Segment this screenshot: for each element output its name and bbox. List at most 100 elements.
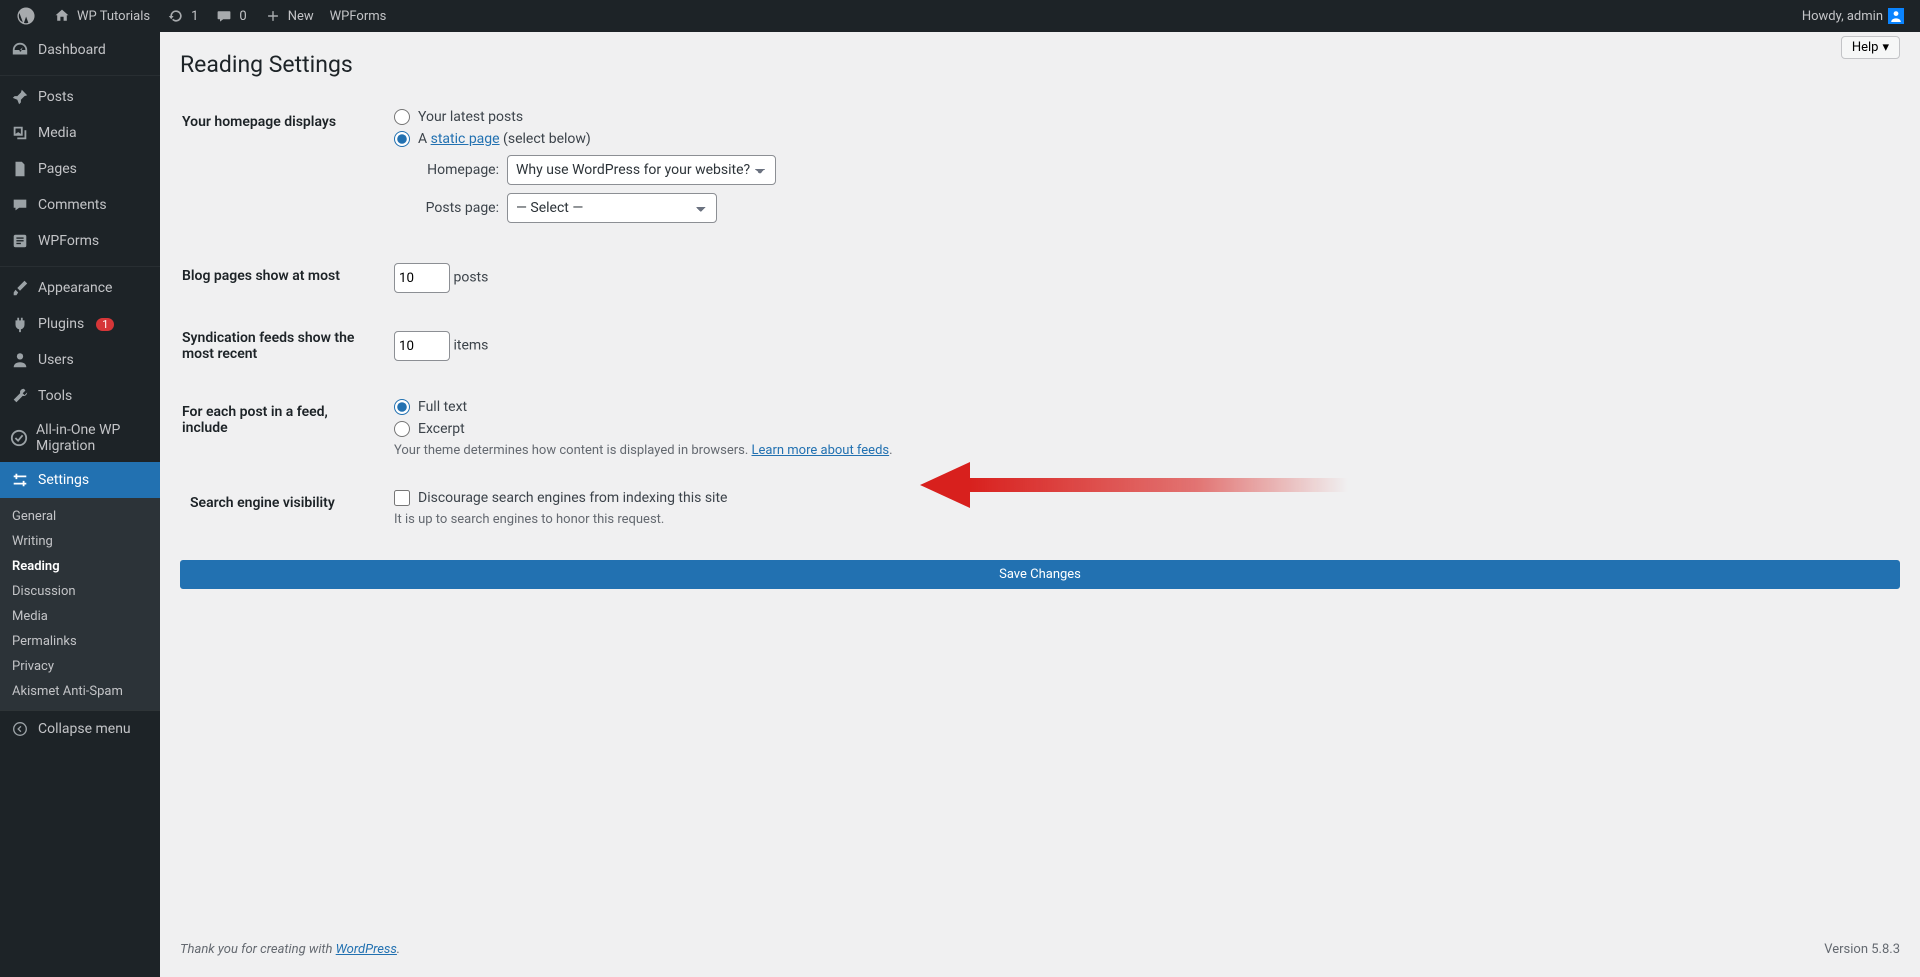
radio-static-page-row: A static page (select below) bbox=[394, 131, 1888, 147]
submenu-reading[interactable]: Reading bbox=[0, 554, 160, 579]
radio-latest-posts[interactable] bbox=[394, 109, 410, 125]
submenu-akismet[interactable]: Akismet Anti-Spam bbox=[0, 679, 160, 704]
settings-submenu: General Writing Reading Discussion Media… bbox=[0, 498, 160, 710]
radio-excerpt[interactable] bbox=[394, 421, 410, 437]
updates-menu[interactable]: 1 bbox=[158, 0, 206, 32]
menu-label: All-in-One WP Migration bbox=[36, 422, 150, 454]
menu-posts[interactable]: Posts bbox=[0, 79, 160, 115]
static-page-link[interactable]: static page bbox=[431, 131, 500, 147]
dropdown-icon: ▾ bbox=[1882, 40, 1889, 55]
feed-description: Your theme determines how content is dis… bbox=[394, 443, 1888, 458]
menu-label: Tools bbox=[38, 388, 72, 404]
comments-menu[interactable]: 0 bbox=[206, 0, 254, 32]
collapse-label: Collapse menu bbox=[38, 721, 131, 737]
radio-excerpt-label: Excerpt bbox=[418, 421, 465, 437]
menu-label: Posts bbox=[38, 89, 74, 105]
menu-label: Comments bbox=[38, 197, 107, 213]
save-changes-button[interactable]: Save Changes bbox=[180, 560, 1900, 589]
submenu-permalinks[interactable]: Permalinks bbox=[0, 629, 160, 654]
update-badge: 1 bbox=[96, 318, 114, 331]
media-icon bbox=[10, 123, 30, 143]
menu-settings[interactable]: Settings bbox=[0, 462, 160, 498]
home-icon bbox=[52, 6, 72, 26]
update-icon bbox=[166, 6, 186, 26]
submenu-writing[interactable]: Writing bbox=[0, 529, 160, 554]
menu-separator bbox=[0, 262, 160, 267]
plug-icon bbox=[10, 314, 30, 334]
menu-dashboard[interactable]: Dashboard bbox=[0, 32, 160, 68]
menu-users[interactable]: Users bbox=[0, 342, 160, 378]
collapse-menu[interactable]: Collapse menu bbox=[0, 710, 160, 747]
learn-feeds-link[interactable]: Learn more about feeds bbox=[752, 443, 890, 458]
dashboard-icon bbox=[10, 40, 30, 60]
version-text: Version 5.8.3 bbox=[1824, 942, 1900, 957]
wpforms-label: WPForms bbox=[330, 9, 387, 24]
label-syndication: Syndication feeds show the most recent bbox=[182, 310, 382, 382]
menu-label: Dashboard bbox=[38, 42, 106, 58]
radio-full-text-row: Full text bbox=[394, 399, 1888, 415]
menu-label: Users bbox=[38, 352, 74, 368]
site-title: WP Tutorials bbox=[77, 9, 150, 24]
wordpress-link[interactable]: WordPress bbox=[336, 942, 397, 957]
menu-label: Pages bbox=[38, 161, 77, 177]
pin-icon bbox=[10, 87, 30, 107]
radio-full-label: Full text bbox=[418, 399, 467, 415]
radio-full-text[interactable] bbox=[394, 399, 410, 415]
form-icon bbox=[10, 231, 30, 251]
sliders-icon bbox=[10, 470, 30, 490]
homepage-select[interactable]: Why use WordPress for your website? bbox=[507, 155, 776, 185]
thanks-prefix: Thank you for creating with bbox=[180, 942, 336, 957]
wpforms-menu[interactable]: WPForms bbox=[322, 0, 395, 32]
help-label: Help bbox=[1852, 40, 1879, 55]
submenu-discussion[interactable]: Discussion bbox=[0, 579, 160, 604]
menu-label: WPForms bbox=[38, 233, 99, 249]
blog-pages-unit: posts bbox=[453, 270, 488, 286]
menu-label: Plugins bbox=[38, 316, 84, 332]
discourage-checkbox[interactable] bbox=[394, 490, 410, 506]
avatar-icon bbox=[1888, 8, 1904, 24]
howdy-text: Howdy, admin bbox=[1802, 9, 1883, 24]
help-tab[interactable]: Help ▾ bbox=[1841, 36, 1900, 59]
homepage-select-row: Homepage: Why use WordPress for your web… bbox=[414, 155, 1888, 185]
settings-form: Your homepage displays Your latest posts… bbox=[180, 92, 1900, 544]
menu-pages[interactable]: Pages bbox=[0, 151, 160, 187]
wrench-icon bbox=[10, 386, 30, 406]
menu-aio-migration[interactable]: All-in-One WP Migration bbox=[0, 414, 160, 462]
menu-appearance[interactable]: Appearance bbox=[0, 270, 160, 306]
row-syndication: Syndication feeds show the most recent i… bbox=[182, 310, 1898, 382]
my-account-menu[interactable]: Howdy, admin bbox=[1794, 0, 1912, 32]
page-icon bbox=[10, 159, 30, 179]
site-name-menu[interactable]: WP Tutorials bbox=[44, 0, 158, 32]
comments-icon bbox=[10, 195, 30, 215]
label-feed-include: For each post in a feed, include bbox=[182, 384, 382, 473]
new-content-menu[interactable]: New bbox=[255, 0, 322, 32]
blog-pages-input[interactable] bbox=[394, 263, 450, 293]
radio-excerpt-row: Excerpt bbox=[394, 421, 1888, 437]
migration-icon bbox=[10, 428, 28, 448]
menu-wpforms[interactable]: WPForms bbox=[0, 223, 160, 259]
menu-media[interactable]: Media bbox=[0, 115, 160, 151]
radio-static-page[interactable] bbox=[394, 131, 410, 147]
menu-comments[interactable]: Comments bbox=[0, 187, 160, 223]
feed-desc-prefix: Your theme determines how content is dis… bbox=[394, 443, 752, 458]
label-search-visibility: Search engine visibility bbox=[182, 475, 382, 542]
menu-label: Media bbox=[38, 125, 77, 141]
static-suffix: (select below) bbox=[500, 131, 591, 147]
submenu-general[interactable]: General bbox=[0, 504, 160, 529]
main-content: Help ▾ Reading Settings Your homepage di… bbox=[160, 32, 1920, 977]
wp-logo-menu[interactable] bbox=[8, 0, 44, 32]
menu-tools[interactable]: Tools bbox=[0, 378, 160, 414]
menu-label: Settings bbox=[38, 472, 89, 488]
posts-page-select[interactable]: — Select — bbox=[507, 193, 717, 223]
label-blog-pages: Blog pages show at most bbox=[182, 248, 382, 308]
static-prefix: A bbox=[418, 131, 431, 147]
syndication-input[interactable] bbox=[394, 331, 450, 361]
admin-toolbar: WP Tutorials 1 0 New WPForms Howdy, admi… bbox=[0, 0, 1920, 32]
menu-plugins[interactable]: Plugins 1 bbox=[0, 306, 160, 342]
submenu-privacy[interactable]: Privacy bbox=[0, 654, 160, 679]
admin-sidebar: Dashboard Posts Media Pages Comments WPF… bbox=[0, 32, 160, 977]
user-icon bbox=[10, 350, 30, 370]
toolbar-right: Howdy, admin bbox=[1794, 0, 1912, 32]
page-title: Reading Settings bbox=[180, 42, 1900, 86]
submenu-media[interactable]: Media bbox=[0, 604, 160, 629]
